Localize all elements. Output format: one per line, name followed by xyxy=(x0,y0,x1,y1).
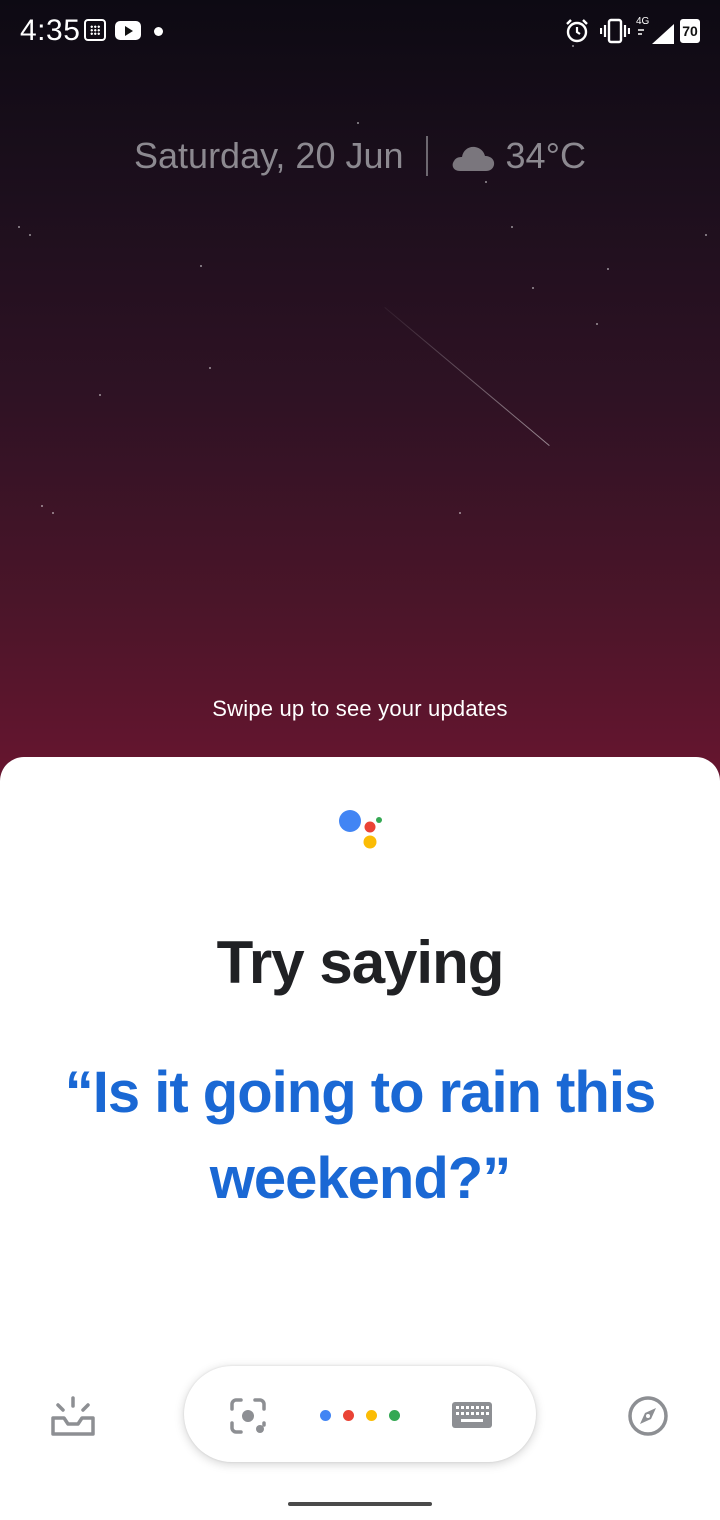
battery-level: 70 xyxy=(680,19,700,43)
keyboard-icon[interactable] xyxy=(450,1400,494,1430)
cloud-icon xyxy=(450,140,496,172)
red-dot xyxy=(343,1410,354,1421)
status-bar: 4:35 4G 70 xyxy=(0,0,720,64)
status-time: 4:35 xyxy=(20,14,81,47)
blue-dot xyxy=(320,1410,331,1421)
network-type-label: 4G xyxy=(636,16,650,27)
try-saying-heading: Try saying xyxy=(216,929,505,996)
date-weather-widget[interactable]: Saturday, 20 Jun 34°C xyxy=(0,135,720,177)
google-assistant-icon xyxy=(336,808,386,852)
assistant-dots-icon[interactable] xyxy=(320,1410,400,1421)
green-dot xyxy=(389,1410,400,1421)
wallpaper xyxy=(0,0,720,800)
updates-tray-icon[interactable] xyxy=(50,1396,96,1438)
date-label: Saturday, 20 Jun xyxy=(134,135,404,176)
swipe-hint[interactable]: Swipe up to see your updates xyxy=(0,696,720,722)
battery-icon: 70 xyxy=(679,18,701,44)
vibrate-icon xyxy=(600,18,630,44)
yellow-dot xyxy=(366,1410,377,1421)
alarm-icon xyxy=(564,18,590,44)
home-gesture-bar[interactable] xyxy=(288,1502,432,1506)
widget-divider xyxy=(425,136,428,176)
explore-compass-icon[interactable] xyxy=(626,1394,670,1438)
signal-icon: 4G xyxy=(636,14,676,46)
notification-grid-icon xyxy=(84,19,106,41)
lens-icon[interactable] xyxy=(228,1396,268,1436)
temperature-label: 34°C xyxy=(505,135,586,176)
youtube-icon xyxy=(115,21,141,40)
suggestion-text[interactable]: “Is it going to rain this weekend?” xyxy=(40,1050,680,1222)
notification-dot-icon xyxy=(154,27,163,36)
